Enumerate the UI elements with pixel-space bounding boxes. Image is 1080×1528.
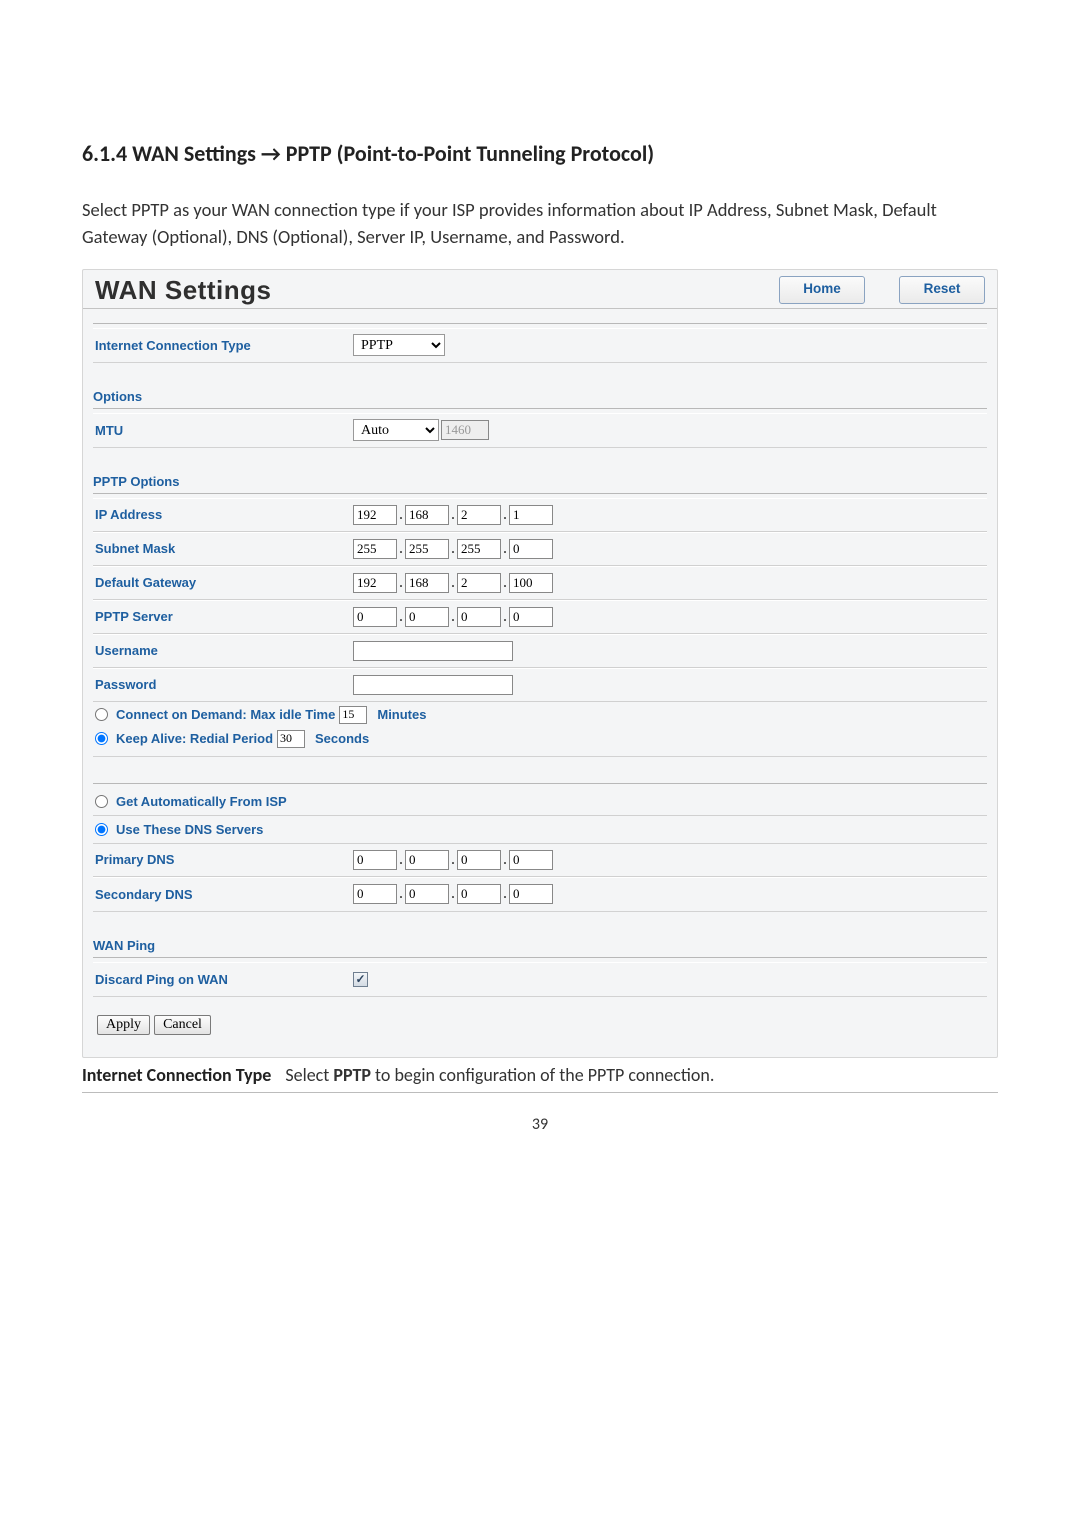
description-definition: Select PPTP to begin configuration of th… xyxy=(285,1064,714,1086)
pdns-octet-1[interactable] xyxy=(353,850,397,870)
keep-alive-radio[interactable] xyxy=(95,732,108,745)
subnet-mask-input-group: . . . xyxy=(353,539,553,559)
ip-octet-3[interactable] xyxy=(457,505,501,525)
connect-on-demand-label: Connect on Demand: Max idle Time xyxy=(116,707,335,722)
mtu-label: MTU xyxy=(95,423,353,438)
secondary-dns-label: Secondary DNS xyxy=(95,887,353,902)
gateway-label: Default Gateway xyxy=(95,575,353,590)
ict-select[interactable]: PPTP xyxy=(353,334,445,356)
reset-button[interactable]: Reset xyxy=(899,276,985,304)
discard-ping-checkbox[interactable] xyxy=(353,972,368,987)
minutes-unit: Minutes xyxy=(377,707,426,722)
gw-octet-3[interactable] xyxy=(457,573,501,593)
apply-button[interactable]: Apply xyxy=(97,1015,150,1035)
max-idle-input[interactable] xyxy=(339,706,367,724)
primary-dns-input-group: . . . xyxy=(353,850,553,870)
dns-use-label: Use These DNS Servers xyxy=(116,822,263,837)
discard-ping-label: Discard Ping on WAN xyxy=(95,972,353,987)
ip-label: IP Address xyxy=(95,507,353,522)
pptp-options-heading: PPTP Options xyxy=(93,474,987,489)
sdns-octet-3[interactable] xyxy=(457,884,501,904)
srv-octet-2[interactable] xyxy=(405,607,449,627)
subnet-label: Subnet Mask xyxy=(95,541,353,556)
options-heading: Options xyxy=(93,389,987,404)
username-label: Username xyxy=(95,643,353,658)
connect-on-demand-radio[interactable] xyxy=(95,708,108,721)
mtu-mode-select[interactable]: Auto xyxy=(353,419,439,441)
pptp-server-input-group: . . . xyxy=(353,607,553,627)
gateway-input-group: . . . xyxy=(353,573,553,593)
pdns-octet-3[interactable] xyxy=(457,850,501,870)
dns-auto-radio[interactable] xyxy=(95,795,108,808)
ip-octet-1[interactable] xyxy=(353,505,397,525)
srv-octet-1[interactable] xyxy=(353,607,397,627)
pptp-server-label: PPTP Server xyxy=(95,609,353,624)
password-label: Password xyxy=(95,677,353,692)
ict-label: Internet Connection Type xyxy=(95,338,353,353)
dns-use-radio[interactable] xyxy=(95,823,108,836)
pdns-octet-2[interactable] xyxy=(405,850,449,870)
keep-alive-label: Keep Alive: Redial Period xyxy=(116,731,273,746)
panel-title: WAN Settings xyxy=(95,275,271,306)
sdns-octet-4[interactable] xyxy=(509,884,553,904)
username-input[interactable] xyxy=(353,641,513,661)
redial-period-input[interactable] xyxy=(277,730,305,748)
gw-octet-2[interactable] xyxy=(405,573,449,593)
gw-octet-4[interactable] xyxy=(509,573,553,593)
sm-octet-2[interactable] xyxy=(405,539,449,559)
sm-octet-4[interactable] xyxy=(509,539,553,559)
cancel-button[interactable]: Cancel xyxy=(154,1015,211,1035)
primary-dns-label: Primary DNS xyxy=(95,852,353,867)
sm-octet-3[interactable] xyxy=(457,539,501,559)
sdns-octet-1[interactable] xyxy=(353,884,397,904)
section-heading: 6.1.4 WAN Settings → PPTP (Point-to-Poin… xyxy=(82,140,998,167)
seconds-unit: Seconds xyxy=(315,731,369,746)
password-input[interactable] xyxy=(353,675,513,695)
section-intro: Select PPTP as your WAN connection type … xyxy=(82,197,998,251)
srv-octet-3[interactable] xyxy=(457,607,501,627)
ip-address-input-group: . . . xyxy=(353,505,553,525)
ip-octet-4[interactable] xyxy=(509,505,553,525)
wan-ping-heading: WAN Ping xyxy=(93,938,987,953)
ip-octet-2[interactable] xyxy=(405,505,449,525)
pdns-octet-4[interactable] xyxy=(509,850,553,870)
mtu-value-input xyxy=(441,420,489,440)
page-number: 39 xyxy=(82,1115,998,1134)
sm-octet-1[interactable] xyxy=(353,539,397,559)
dns-auto-label: Get Automatically From ISP xyxy=(116,794,287,809)
sdns-octet-2[interactable] xyxy=(405,884,449,904)
gw-octet-1[interactable] xyxy=(353,573,397,593)
home-button[interactable]: Home xyxy=(779,276,865,304)
wan-settings-panel: WAN Settings Home Reset Internet Connect… xyxy=(82,269,998,1058)
srv-octet-4[interactable] xyxy=(509,607,553,627)
description-term: Internet Connection Type xyxy=(82,1064,271,1086)
secondary-dns-input-group: . . . xyxy=(353,884,553,904)
description-row: Internet Connection Type Select PPTP to … xyxy=(82,1058,998,1093)
